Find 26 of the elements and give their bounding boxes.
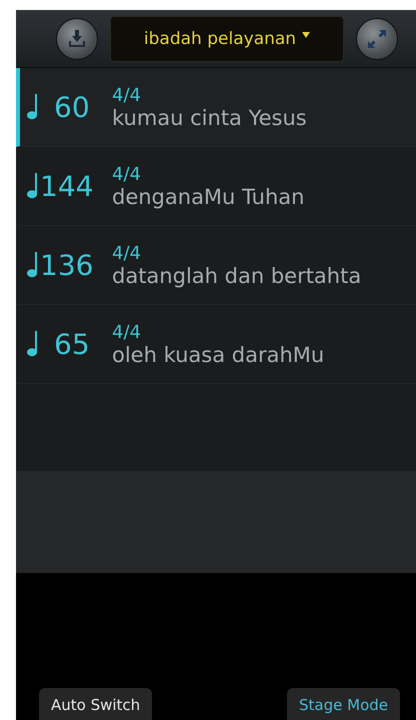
expand-icon xyxy=(367,28,387,48)
song-row[interactable]: 65 4/4 oleh kuasa darahMu xyxy=(16,305,416,384)
time-signature: 4/4 xyxy=(112,84,142,106)
mode-button[interactable]: Stage Mode xyxy=(287,688,400,720)
caret-icon xyxy=(302,32,310,38)
song-title: datanglah dan bertahta xyxy=(112,264,362,288)
song-row[interactable]: 60 4/4 kumau cinta Yesus xyxy=(16,68,416,147)
time-signature: 4/4 xyxy=(112,322,142,342)
download-button[interactable] xyxy=(56,18,98,60)
music-note-icon xyxy=(26,252,40,278)
tempo-value: 65 xyxy=(54,328,90,360)
song-title: kumau cinta Yesus xyxy=(112,106,307,130)
time-signature: 4/4 xyxy=(112,164,142,184)
music-note-icon xyxy=(26,94,40,120)
tempo-value: 144 xyxy=(40,170,94,202)
song-title: oleh kuasa darahMu xyxy=(112,342,324,366)
mode-button[interactable]: Auto Switch xyxy=(39,688,152,720)
playlist-dropdown[interactable]: ibadah pelayanan xyxy=(110,16,344,62)
time-signature: 4/4 xyxy=(112,242,142,264)
tempo-value: 60 xyxy=(54,90,90,124)
music-note-icon xyxy=(26,331,40,357)
download-icon xyxy=(67,28,87,48)
tempo-value: 136 xyxy=(40,248,94,282)
song-title: denganaMu Tuhan xyxy=(112,184,304,208)
music-note-icon xyxy=(26,173,40,199)
expand-button[interactable] xyxy=(356,18,398,60)
